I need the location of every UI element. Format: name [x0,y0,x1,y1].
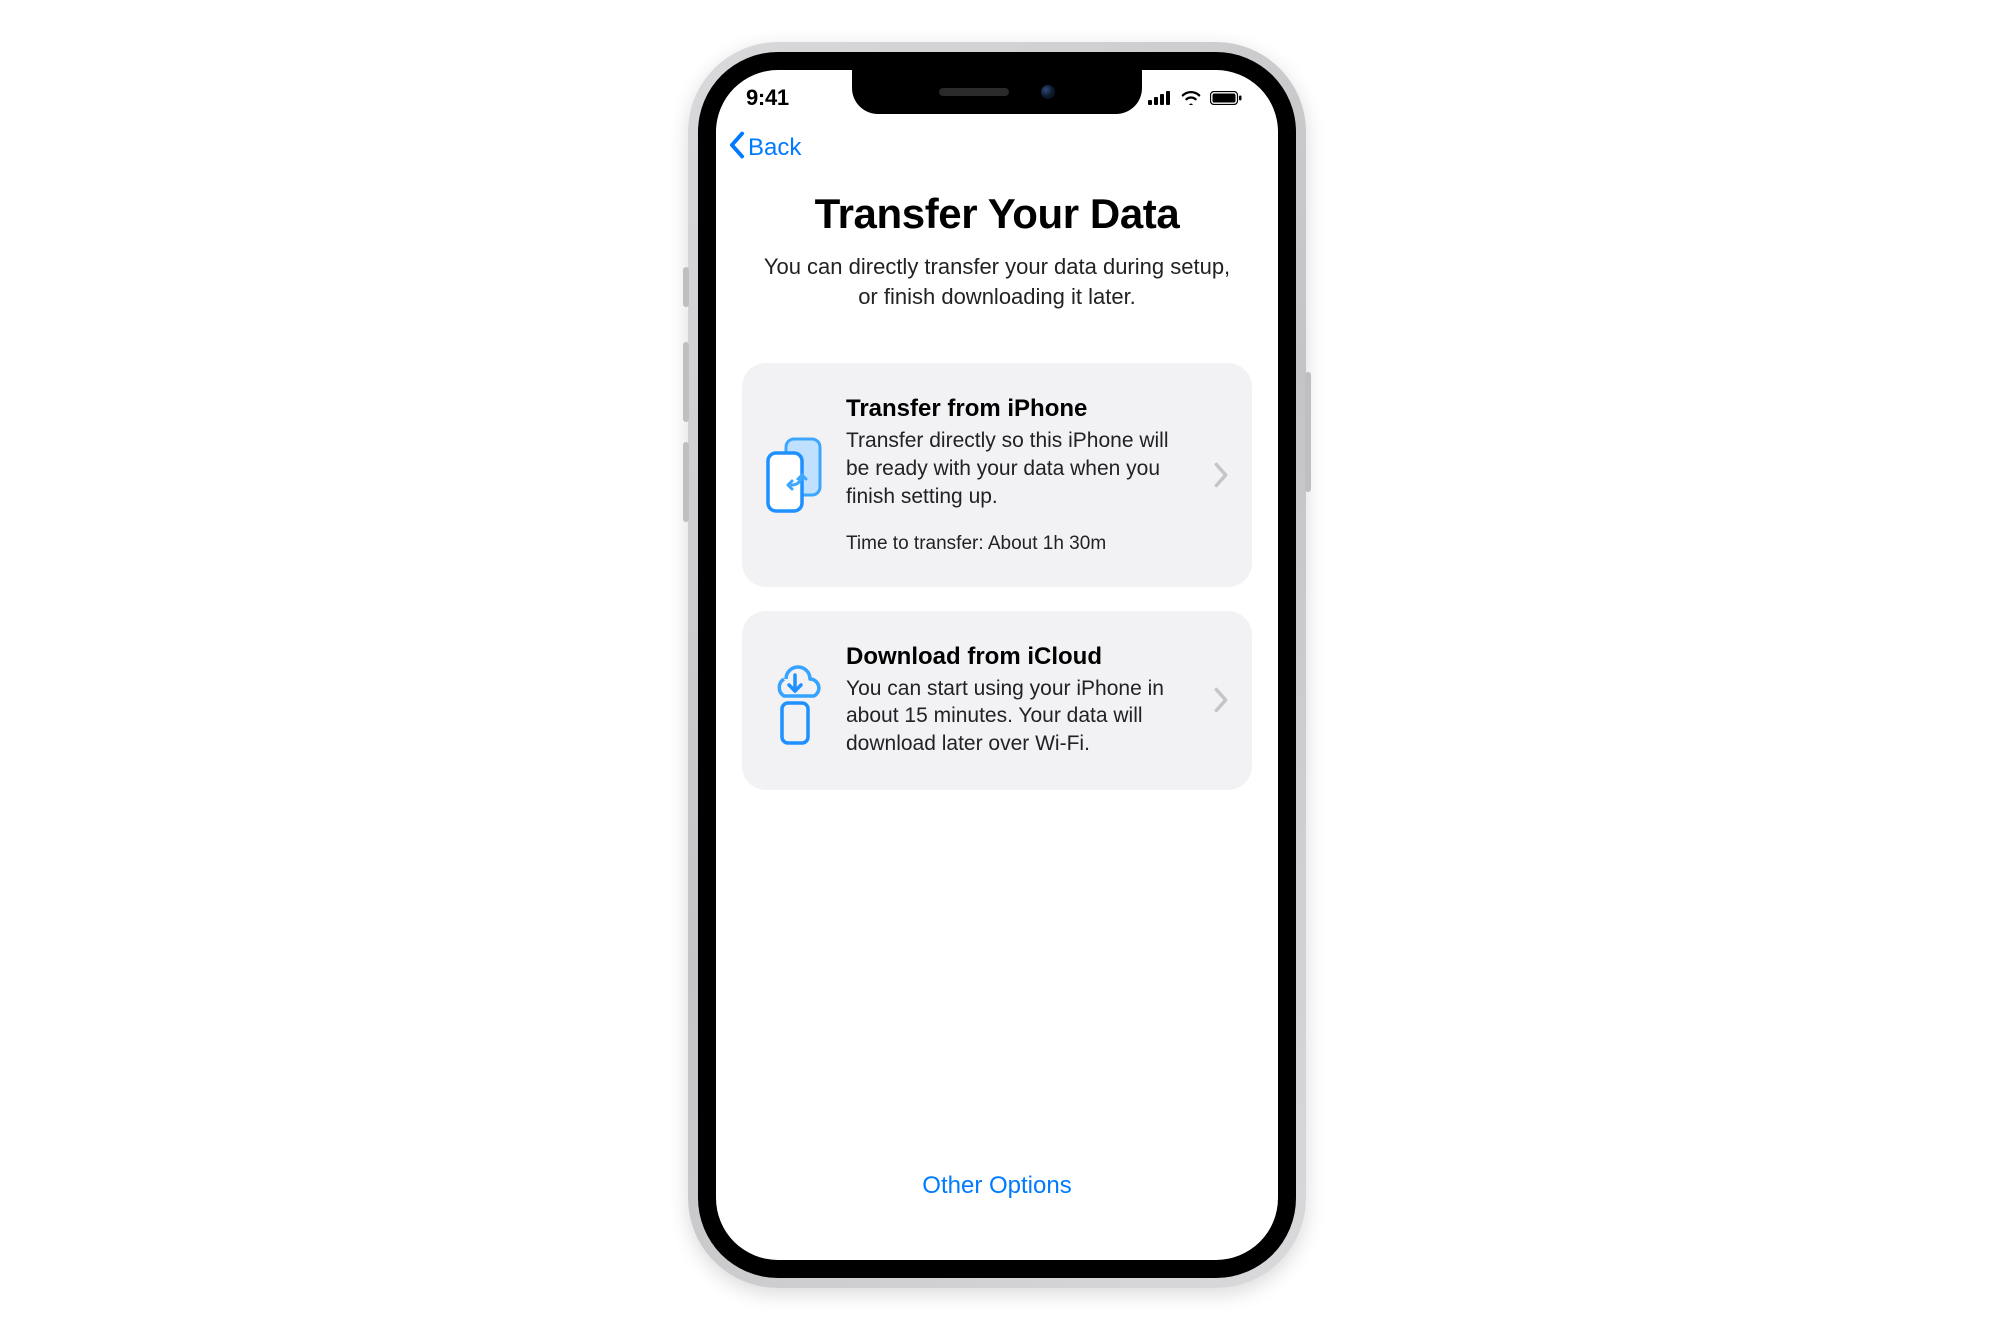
device-frame: 9:41 [688,42,1306,1288]
device-bezel: 9:41 [698,52,1296,1278]
transfer-options: Transfer from iPhone Transfer directly s… [716,331,1278,789]
device-screen: 9:41 [716,70,1278,1260]
back-button[interactable]: Back [728,131,801,166]
chevron-right-icon [1212,687,1230,713]
footer: Other Options [716,1172,1278,1260]
stage: 9:41 [0,0,1994,1330]
back-label: Back [748,134,801,162]
battery-icon [1210,85,1242,111]
power-button [1305,372,1311,492]
page-title: Transfer Your Data [744,190,1250,238]
mute-switch [683,267,689,307]
hero-section: Transfer Your Data You can directly tran… [716,170,1278,331]
device-notch [852,70,1142,114]
cellular-icon [1148,85,1172,111]
front-camera [1041,85,1055,99]
card-title: Download from iCloud [846,643,1192,671]
transfer-from-iphone-card[interactable]: Transfer from iPhone Transfer directly s… [742,363,1252,586]
chevron-left-icon [728,131,746,166]
chevron-right-icon [1212,462,1230,488]
wifi-icon [1180,85,1202,111]
status-time: 9:41 [746,85,789,111]
iphone-transfer-icon [764,435,826,515]
card-desc: You can start using your iPhone in about… [846,675,1192,758]
volume-down-button [683,442,689,522]
nav-bar: Back [716,126,1278,170]
transfer-time-meta: Time to transfer: About 1h 30m [846,533,1192,555]
volume-up-button [683,342,689,422]
speaker-grill [939,88,1009,96]
other-options-link[interactable]: Other Options [922,1172,1071,1199]
card-title: Transfer from iPhone [846,395,1192,423]
page-subtitle: You can directly transfer your data duri… [744,252,1250,311]
card-desc: Transfer directly so this iPhone will be… [846,427,1192,510]
download-from-icloud-card[interactable]: Download from iCloud You can start using… [742,611,1252,790]
icloud-download-icon [764,655,826,745]
